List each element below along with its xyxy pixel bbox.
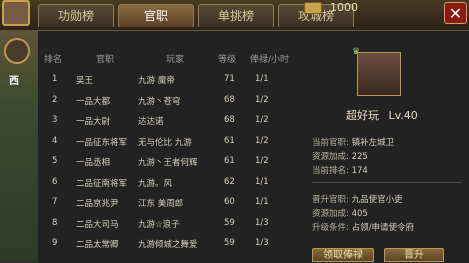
next-title-label: 晋升官职: (312, 195, 349, 205)
fund-cell: 1/3 (255, 217, 269, 228)
next-fund-label: 资源加成: (312, 209, 349, 219)
next-fund-row: 资源加成: 405 (312, 207, 368, 219)
title-cell: 一品征东将军 (76, 137, 128, 148)
rank-cell: 1 (52, 74, 58, 84)
player-cell: 九游倾城之舞爱 (138, 240, 198, 250)
fund-cell: 1/2 (255, 94, 269, 105)
title-cell: 二品大司马 (76, 219, 119, 230)
current-fund-value: 225 (351, 152, 368, 162)
title-cell: 二品征南将军 (76, 178, 128, 189)
current-rank-value: 174 (351, 166, 368, 176)
current-rank-row: 当前排名: 174 (312, 164, 368, 176)
player-portrait (357, 52, 401, 96)
current-fund-row: 资源加成: 225 (312, 150, 368, 162)
fund-cell: 1/1 (255, 74, 269, 84)
title-cell: 一品大尉 (76, 117, 111, 127)
title-cell: 一品大都 (76, 96, 111, 107)
rank-cell: 5 (52, 156, 58, 166)
rank-cell: 3 (52, 115, 58, 125)
current-fund-label: 资源加成: (312, 152, 349, 162)
level-cell: 59 (224, 217, 235, 228)
rank-cell: 8 (52, 217, 58, 228)
level-cell: 62 (224, 176, 235, 187)
fund-cell: 1/2 (255, 156, 269, 166)
fund-cell: 1/2 (255, 115, 269, 125)
claim-salary-button[interactable]: 领取俸禄 (312, 248, 374, 262)
level-cell: 68 (224, 94, 235, 105)
title-cell: 二品太常卿 (76, 240, 119, 250)
table-row[interactable]: 7 二品京兆尹 江东 美周郎 60 1/1 (40, 193, 306, 213)
rank-cell: 9 (52, 238, 58, 248)
current-title-row: 当前官职: 镇补左城卫 (312, 136, 394, 148)
level-cell: 68 (224, 115, 235, 125)
header-level: 等级 (218, 55, 237, 65)
rank-cell: 4 (52, 135, 58, 146)
table-row[interactable]: 6 二品征南将军 九游。风 62 1/1 (40, 173, 306, 193)
close-icon: ✕ (448, 4, 463, 23)
player-cell: 无与伦比 九游 (138, 137, 192, 148)
header-fund: 俸禄/小时 (250, 55, 290, 65)
side-label: 西 (9, 76, 19, 87)
table-row[interactable]: 1 吴王 九游 魔帝 71 1/1 (40, 70, 306, 90)
next-title-row: 晋升官职: 九品使官小吏 (312, 193, 403, 205)
title-cell: 二品京兆尹 (76, 199, 119, 209)
header-rank: 排名 (44, 55, 63, 65)
player-cell: 九游。风 (138, 178, 173, 189)
fund-cell: 1/1 (255, 197, 269, 207)
promote-button[interactable]: 晋升 (384, 248, 444, 262)
tab-official-rank[interactable]: 官职 (118, 4, 194, 27)
profile-divider (312, 182, 462, 183)
header-title: 官职 (96, 55, 115, 65)
table-row[interactable]: 2 一品大都 九游丶苍穹 68 1/2 (40, 91, 306, 111)
level-cell: 61 (224, 135, 235, 146)
player-cell: 达达诺 (138, 117, 164, 127)
gold-icon (304, 2, 322, 14)
upgrade-condition-value: 占领/申请使令府 (351, 223, 414, 233)
player-name: 超好玩 (346, 109, 379, 122)
fund-cell: 1/1 (255, 176, 269, 187)
close-button[interactable]: ✕ (444, 2, 467, 24)
table-row[interactable]: 5 一品丞相 九游丶王者何辉 61 1/2 (40, 152, 306, 172)
gold-amount: 1000 (330, 1, 358, 14)
rank-cell: 7 (52, 197, 58, 207)
level-cell: 60 (224, 197, 235, 207)
rank-cell: 6 (52, 176, 58, 187)
city-icon[interactable] (4, 38, 30, 64)
table-row[interactable]: 4 一品征东将军 无与伦比 九游 61 1/2 (40, 132, 306, 152)
tab-duel-ranking[interactable]: 单挑榜 (198, 4, 274, 27)
tab-merit-ranking[interactable]: 功勋榜 (38, 4, 114, 27)
table-header: 排名 官职 玩家 等级 俸禄/小时 (40, 52, 306, 65)
fund-cell: 1/3 (255, 238, 269, 248)
header-player: 玩家 (166, 55, 185, 65)
level-cell: 61 (224, 156, 235, 166)
player-level: Lv.40 (388, 109, 418, 122)
level-cell: 59 (224, 238, 235, 248)
next-title-value: 九品使官小吏 (351, 195, 403, 205)
current-title-value: 镇补左城卫 (351, 138, 395, 148)
next-fund-value: 405 (351, 209, 368, 219)
title-cell: 吴王 (76, 76, 94, 86)
table-row[interactable]: 9 二品太常卿 九游倾城之舞爱 59 1/3 (40, 234, 306, 254)
title-cell: 一品丞相 (76, 158, 111, 168)
player-cell: 九游丶王者何辉 (138, 158, 198, 168)
player-name-level: 超好玩 Lv.40 (346, 107, 418, 123)
rank-cell: 2 (52, 94, 58, 105)
player-cell: 江东 美周郎 (138, 199, 184, 209)
upgrade-condition-label: 升级条件: (312, 223, 349, 233)
table-row[interactable]: 8 二品大司马 九游☆浪子 59 1/3 (40, 214, 306, 234)
player-cell: 九游☆浪子 (138, 219, 180, 230)
player-avatar[interactable] (2, 0, 30, 26)
fund-cell: 1/2 (255, 135, 269, 146)
level-cell: 71 (224, 74, 235, 84)
player-cell: 九游 魔帝 (138, 76, 175, 86)
current-rank-label: 当前排名: (312, 166, 349, 176)
current-title-label: 当前官职: (312, 138, 349, 148)
player-cell: 九游丶苍穹 (138, 96, 181, 107)
upgrade-condition-row: 升级条件: 占领/申请使令府 (312, 221, 414, 233)
table-row[interactable]: 3 一品大尉 达达诺 68 1/2 (40, 111, 306, 131)
